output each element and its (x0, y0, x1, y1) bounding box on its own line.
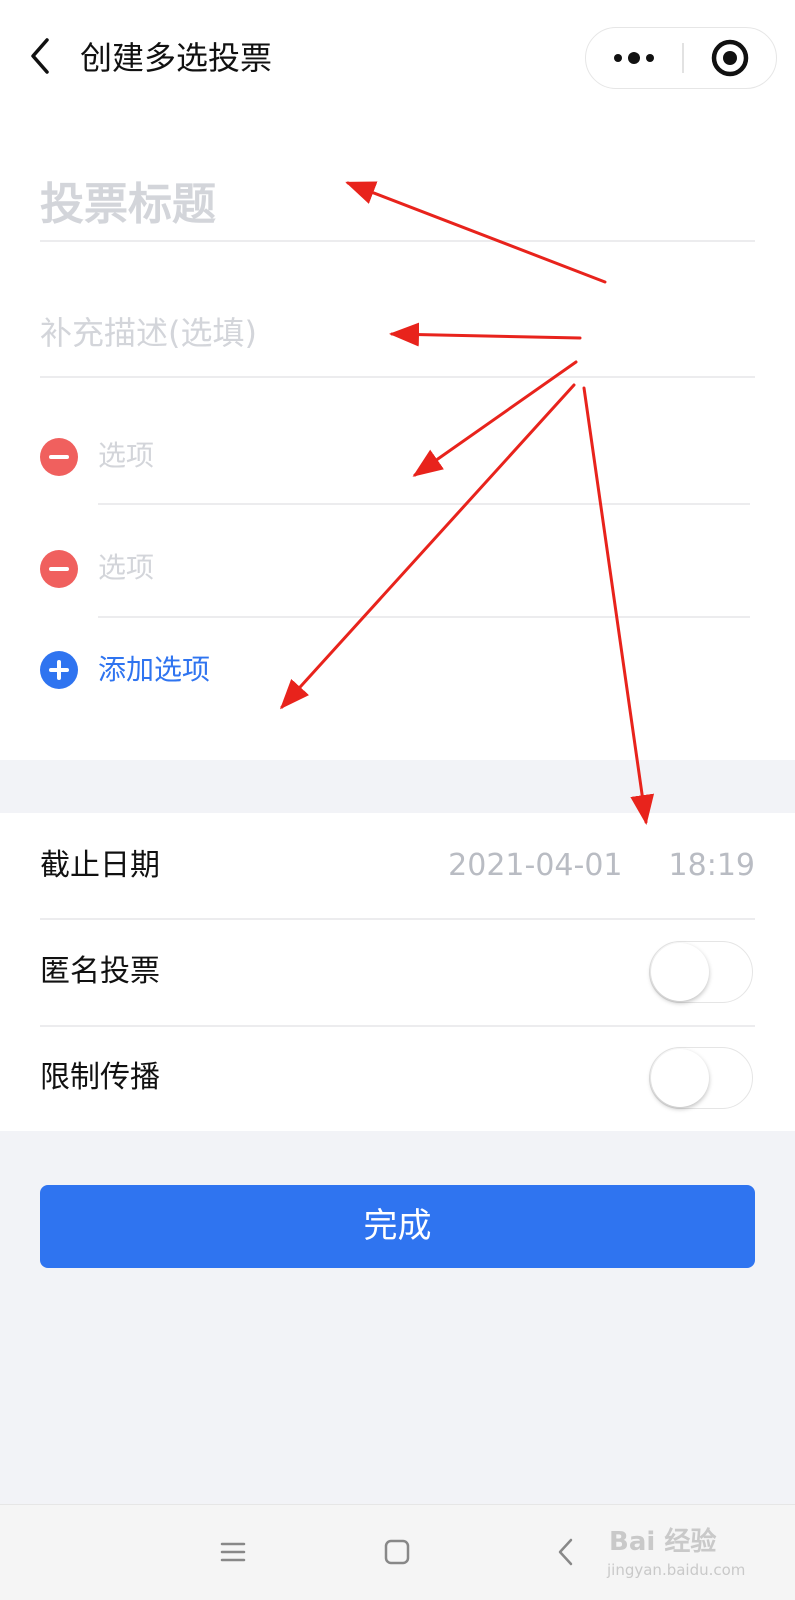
deadline-date[interactable]: 2021-04-01 (448, 813, 622, 919)
option-row-1: 选项 (40, 416, 755, 496)
menu-button[interactable] (208, 1527, 258, 1577)
option-row-2: 选项 (40, 528, 755, 608)
header-bar: 创建多选投票 (0, 0, 795, 110)
restrict-label: 限制传播 (40, 1060, 160, 1095)
add-option-label: 添加选项 (98, 653, 211, 686)
divider (40, 240, 755, 242)
plus-circle-icon (40, 651, 78, 689)
add-option-button[interactable]: 添加选项 (40, 640, 340, 700)
target-close-icon (711, 39, 749, 77)
deadline-time[interactable]: 18:19 (669, 813, 755, 919)
more-button[interactable] (586, 28, 682, 88)
divider (98, 503, 750, 505)
page-title: 创建多选投票 (80, 39, 273, 77)
remove-option-icon[interactable] (40, 550, 78, 588)
more-dots-icon (614, 52, 654, 64)
chevron-left-icon (31, 38, 49, 74)
back-button[interactable] (22, 34, 58, 78)
system-nav-bar: Bai 经验 jingyan.baidu.com (0, 1504, 795, 1600)
anonymous-toggle[interactable] (649, 941, 753, 1003)
anonymous-row: 匿名投票 (40, 919, 755, 1025)
close-button[interactable] (683, 28, 777, 88)
deadline-label: 截止日期 (40, 848, 160, 883)
settings-card: 截止日期 2021-04-01 18:19 匿名投票 限制传播 (0, 813, 795, 1131)
menu-lines-icon (220, 1542, 246, 1562)
poll-description-input[interactable]: 补充描述(选填) (40, 290, 755, 376)
watermark-brand: Bai 经验 (609, 1527, 717, 1557)
home-square-icon (384, 1539, 410, 1565)
back-chevron-icon (558, 1538, 573, 1566)
toggle-knob (651, 1049, 709, 1107)
mini-program-capsule (585, 27, 777, 89)
system-back-button[interactable] (540, 1527, 590, 1577)
option-input[interactable]: 选项 (98, 416, 154, 496)
divider (98, 616, 750, 618)
divider (40, 376, 755, 378)
baidu-jingyan-watermark: Bai 经验 jingyan.baidu.com (601, 1517, 751, 1587)
poll-content-card: 投票标题 补充描述(选填) 选项 选项 添加选项 (0, 110, 795, 760)
restrict-toggle[interactable] (649, 1047, 753, 1109)
remove-option-icon[interactable] (40, 438, 78, 476)
watermark-url: jingyan.baidu.com (607, 1561, 746, 1579)
home-button[interactable] (372, 1527, 422, 1577)
poll-title-input[interactable]: 投票标题 (40, 162, 755, 248)
option-input[interactable]: 选项 (98, 528, 154, 608)
restrict-row: 限制传播 (40, 1025, 755, 1131)
toggle-knob (651, 943, 709, 1001)
anonymous-label: 匿名投票 (40, 954, 160, 989)
deadline-row[interactable]: 截止日期 2021-04-01 18:19 (40, 813, 755, 919)
done-button[interactable]: 完成 (40, 1185, 755, 1268)
deadline-value[interactable]: 2021-04-01 18:19 (448, 813, 755, 919)
